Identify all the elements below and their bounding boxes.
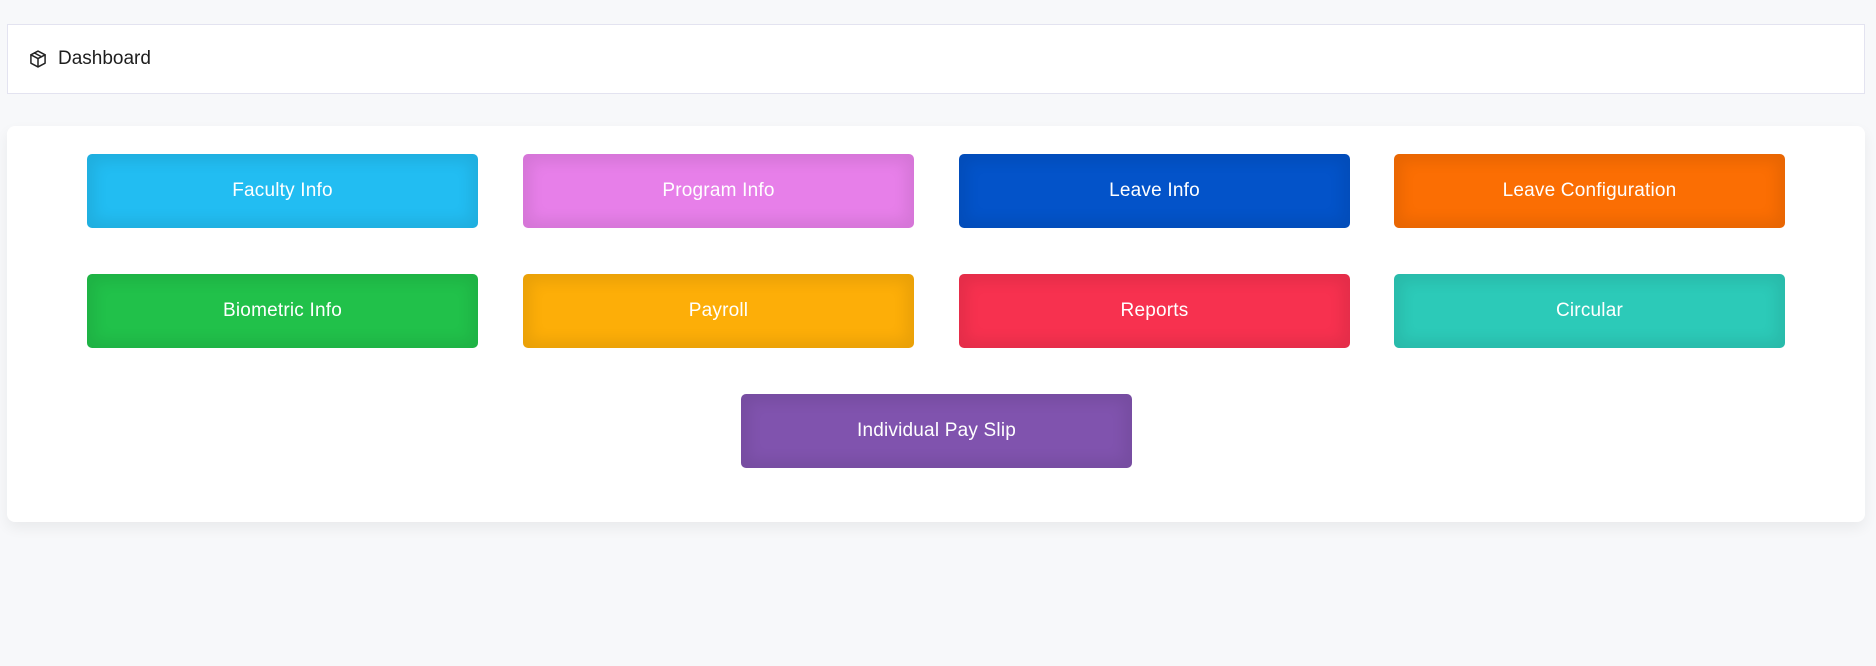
leave-configuration-button[interactable]: Leave Configuration: [1394, 154, 1785, 228]
payroll-button[interactable]: Payroll: [523, 274, 914, 348]
faculty-info-button[interactable]: Faculty Info: [87, 154, 478, 228]
circular-label: Circular: [1555, 300, 1624, 321]
leave-info-label: Leave Info: [1109, 180, 1200, 201]
leave-info-button[interactable]: Leave Info: [959, 154, 1350, 228]
program-info-button[interactable]: Program Info: [523, 154, 914, 228]
leave-configuration-label: Leave Configuration: [1502, 180, 1677, 201]
biometric-info-button[interactable]: Biometric Info: [87, 274, 478, 348]
program-info-label: Program Info: [662, 180, 775, 201]
faculty-info-label: Faculty Info: [232, 180, 333, 201]
breadcrumb-dashboard-link[interactable]: Dashboard: [58, 48, 151, 70]
breadcrumb: Dashboard: [7, 24, 1865, 94]
reports-button[interactable]: Reports: [959, 274, 1350, 348]
individual-pay-slip-button[interactable]: Individual Pay Slip: [741, 394, 1132, 468]
individual-pay-slip-label: Individual Pay Slip: [856, 420, 1017, 441]
biometric-info-label: Biometric Info: [223, 300, 342, 321]
dashboard-panel: Faculty Info Program Info Leave Info Lea…: [7, 126, 1865, 522]
cube-icon: [28, 49, 48, 69]
payroll-label: Payroll: [688, 300, 749, 321]
circular-button[interactable]: Circular: [1394, 274, 1785, 348]
reports-label: Reports: [1120, 300, 1189, 321]
